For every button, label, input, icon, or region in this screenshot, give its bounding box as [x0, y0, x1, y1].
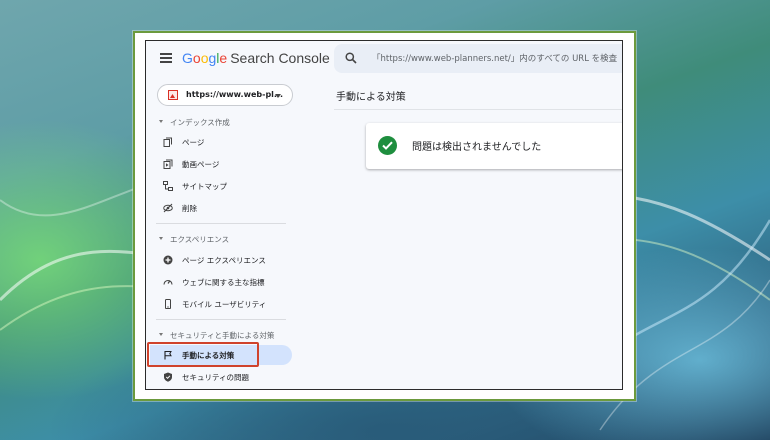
page-title: 手動による対策: [336, 92, 406, 103]
sidebar-item-label: 削除: [182, 204, 197, 213]
sidebar-item-sitemaps[interactable]: サイトマップ: [146, 176, 296, 196]
section-divider: [156, 319, 286, 320]
product-name: Search Console: [230, 50, 330, 66]
sidebar-nav: https://www.web-pl... インデックス作成 ページ 動画ページ…: [146, 77, 296, 389]
sidebar-item-label: モバイル ユーザビリティ: [182, 300, 267, 309]
removals-icon: [163, 203, 173, 213]
site-favicon-icon: [168, 90, 178, 100]
search-console-window: Google Search Console 「https://www.web-pl…: [145, 40, 623, 390]
search-icon[interactable]: [345, 52, 357, 64]
app-header: Google Search Console 「https://www.web-pl…: [146, 41, 622, 77]
mobile-icon: [165, 299, 171, 309]
collapse-caret-icon: [159, 237, 163, 240]
hamburger-icon[interactable]: [160, 53, 172, 63]
shield-icon: [164, 372, 172, 382]
logo-letter: G: [182, 50, 193, 66]
page-experience-icon: [163, 255, 173, 265]
property-selector[interactable]: https://www.web-pl...: [157, 84, 293, 106]
sidebar-item-label: ページ エクスペリエンス: [182, 256, 266, 265]
sidebar-item-core-web-vitals[interactable]: ウェブに関する主な指標: [146, 272, 296, 292]
sidebar-item-security-issues[interactable]: セキュリティの問題: [146, 367, 296, 387]
status-card: 問題は検出されませんでした: [366, 123, 622, 169]
sidebar-item-video-pages[interactable]: 動画ページ: [146, 154, 296, 174]
title-divider: [334, 109, 622, 110]
sidebar-item-label: ウェブに関する主な指標: [182, 278, 265, 287]
search-input[interactable]: 「https://www.web-planners.net/」内のすべての UR…: [372, 52, 617, 64]
section-experience[interactable]: エクスペリエンス: [146, 232, 296, 248]
logo-letter: o: [192, 50, 201, 66]
sidebar-item-manual-actions[interactable]: 手動による対策: [147, 342, 292, 367]
sidebar-item-page-experience[interactable]: ページ エクスペリエンス: [146, 250, 296, 270]
flag-icon: [164, 351, 172, 360]
sidebar-item-label: セキュリティの問題: [182, 373, 250, 382]
product-logo[interactable]: Google Search Console: [182, 50, 330, 66]
sitemap-icon: [163, 181, 173, 191]
sidebar-item-label: 動画ページ: [182, 160, 220, 169]
property-url: https://www.web-pl...: [186, 90, 284, 99]
section-divider: [156, 223, 286, 224]
url-inspect-search[interactable]: 「https://www.web-planners.net/」内のすべての UR…: [334, 44, 622, 73]
collapse-caret-icon: [159, 120, 163, 123]
section-indexing[interactable]: インデックス作成: [146, 115, 296, 131]
sidebar-item-label: サイトマップ: [182, 182, 227, 191]
sidebar-item-label: ページ: [182, 138, 205, 147]
section-title: エクスペリエンス: [170, 235, 230, 244]
section-title: セキュリティと手動による対策: [170, 331, 275, 340]
check-circle-icon: [378, 136, 397, 155]
collapse-caret-icon: [159, 333, 163, 336]
sidebar-item-label: 手動による対策: [182, 351, 235, 360]
sidebar-item-removals[interactable]: 削除: [146, 198, 296, 218]
video-pages-icon: [163, 159, 173, 169]
status-message: 問題は検出されませんでした: [412, 142, 542, 153]
pages-icon: [163, 137, 172, 147]
gauge-icon: [163, 279, 173, 285]
caret-down-icon: [275, 94, 281, 98]
sidebar-item-mobile-usability[interactable]: モバイル ユーザビリティ: [146, 294, 296, 314]
sidebar-item-pages[interactable]: ページ: [146, 132, 296, 152]
logo-letter: e: [219, 50, 228, 66]
section-title: インデックス作成: [170, 118, 230, 127]
